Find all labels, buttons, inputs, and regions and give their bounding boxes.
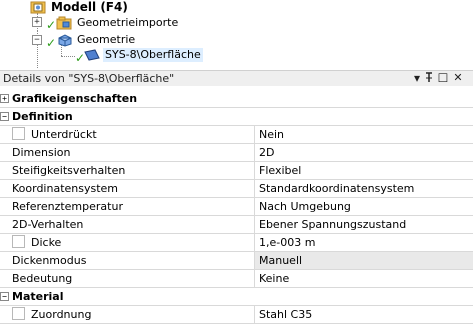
property-row-assignment[interactable]: Zuordnung Stahl C35: [0, 306, 473, 324]
property-name: Zuordnung: [8, 306, 255, 323]
parameter-checkbox[interactable]: [12, 127, 25, 140]
property-value[interactable]: Keine: [255, 270, 473, 287]
pin-icon[interactable]: [423, 71, 435, 85]
close-icon[interactable]: ✕: [452, 71, 464, 85]
property-row-stiffness[interactable]: Steifigkeitsverhalten Flexibel: [0, 162, 473, 180]
category-label: Definition: [12, 110, 73, 123]
property-name: Unterdrückt: [8, 126, 255, 143]
property-name: Koordinatensystem: [8, 180, 255, 197]
category-label: Material: [12, 290, 64, 303]
property-row-suppressed[interactable]: Unterdrückt Nein: [0, 126, 473, 144]
model-icon: [30, 0, 46, 14]
property-value[interactable]: Standardkoordinatensystem: [255, 180, 473, 197]
parameter-checkbox[interactable]: [12, 235, 25, 248]
check-icon: ✓: [46, 36, 57, 50]
category-definition[interactable]: − Definition: [0, 108, 473, 126]
geometry-import-icon: [56, 16, 72, 30]
property-label: Dicke: [31, 236, 62, 249]
property-value[interactable]: 2D: [255, 144, 473, 161]
property-name: Bedeutung: [8, 270, 255, 287]
parameter-checkbox[interactable]: [12, 307, 25, 320]
maximize-icon[interactable]: ☐: [437, 71, 449, 85]
property-row-2d-behavior[interactable]: 2D-Verhalten Ebener Spannungszustand: [0, 216, 473, 234]
collapse-icon[interactable]: −: [32, 35, 42, 45]
property-row-reference-temperature[interactable]: Referenztemperatur Nach Umgebung: [0, 198, 473, 216]
property-name: Referenztemperatur: [8, 198, 255, 215]
category-label: Grafikeigenschaften: [12, 92, 138, 105]
details-panel-header: Details von "SYS-8\Oberfläche" ▾ ☐ ✕: [0, 70, 473, 86]
property-name: Steifigkeitsverhalten: [8, 162, 255, 179]
tree-item-geometry-import[interactable]: Geometrieimporte: [77, 16, 178, 30]
property-label: Unterdrückt: [31, 128, 97, 141]
surface-body-icon: [84, 48, 100, 62]
property-name: Dicke: [8, 234, 255, 251]
category-graphics[interactable]: + Grafikeigenschaften: [0, 90, 473, 108]
property-value[interactable]: Nein: [255, 126, 473, 143]
property-value[interactable]: Nach Umgebung: [255, 198, 473, 215]
details-panel-title: Details von "SYS-8\Oberfläche": [3, 72, 175, 85]
property-name: Dickenmodus: [8, 252, 255, 269]
tree-item-model[interactable]: Modell (F4): [51, 0, 128, 14]
property-value[interactable]: 1,e-003 m: [255, 234, 473, 251]
expand-icon[interactable]: +: [32, 17, 42, 27]
property-value[interactable]: Ebener Spannungszustand: [255, 216, 473, 233]
check-icon: ✓: [46, 18, 57, 32]
details-grid: + Grafikeigenschaften − Definition Unter…: [0, 90, 473, 324]
property-row-significance[interactable]: Bedeutung Keine: [0, 270, 473, 288]
geometry-icon: [57, 33, 73, 47]
model-tree: Modell (F4) + ✓ Geometrieimporte − ✓ Geo…: [0, 0, 473, 68]
property-label: Zuordnung: [31, 308, 92, 321]
property-value[interactable]: Manuell: [255, 252, 473, 269]
dropdown-icon[interactable]: ▾: [411, 71, 423, 85]
property-row-dimension[interactable]: Dimension 2D: [0, 144, 473, 162]
property-row-thickness-mode[interactable]: Dickenmodus Manuell: [0, 252, 473, 270]
tree-item-geometry[interactable]: Geometrie: [77, 33, 135, 47]
property-value[interactable]: Stahl C35: [255, 306, 473, 323]
property-name: Dimension: [8, 144, 255, 161]
property-value[interactable]: Flexibel: [255, 162, 473, 179]
property-row-thickness[interactable]: Dicke 1,e-003 m: [0, 234, 473, 252]
property-row-coordinate-system[interactable]: Koordinatensystem Standardkoordinatensys…: [0, 180, 473, 198]
property-name: 2D-Verhalten: [8, 216, 255, 233]
tree-line: [61, 56, 75, 57]
tree-item-surface[interactable]: SYS-8\Oberfläche: [103, 48, 203, 62]
category-material[interactable]: − Material: [0, 288, 473, 306]
